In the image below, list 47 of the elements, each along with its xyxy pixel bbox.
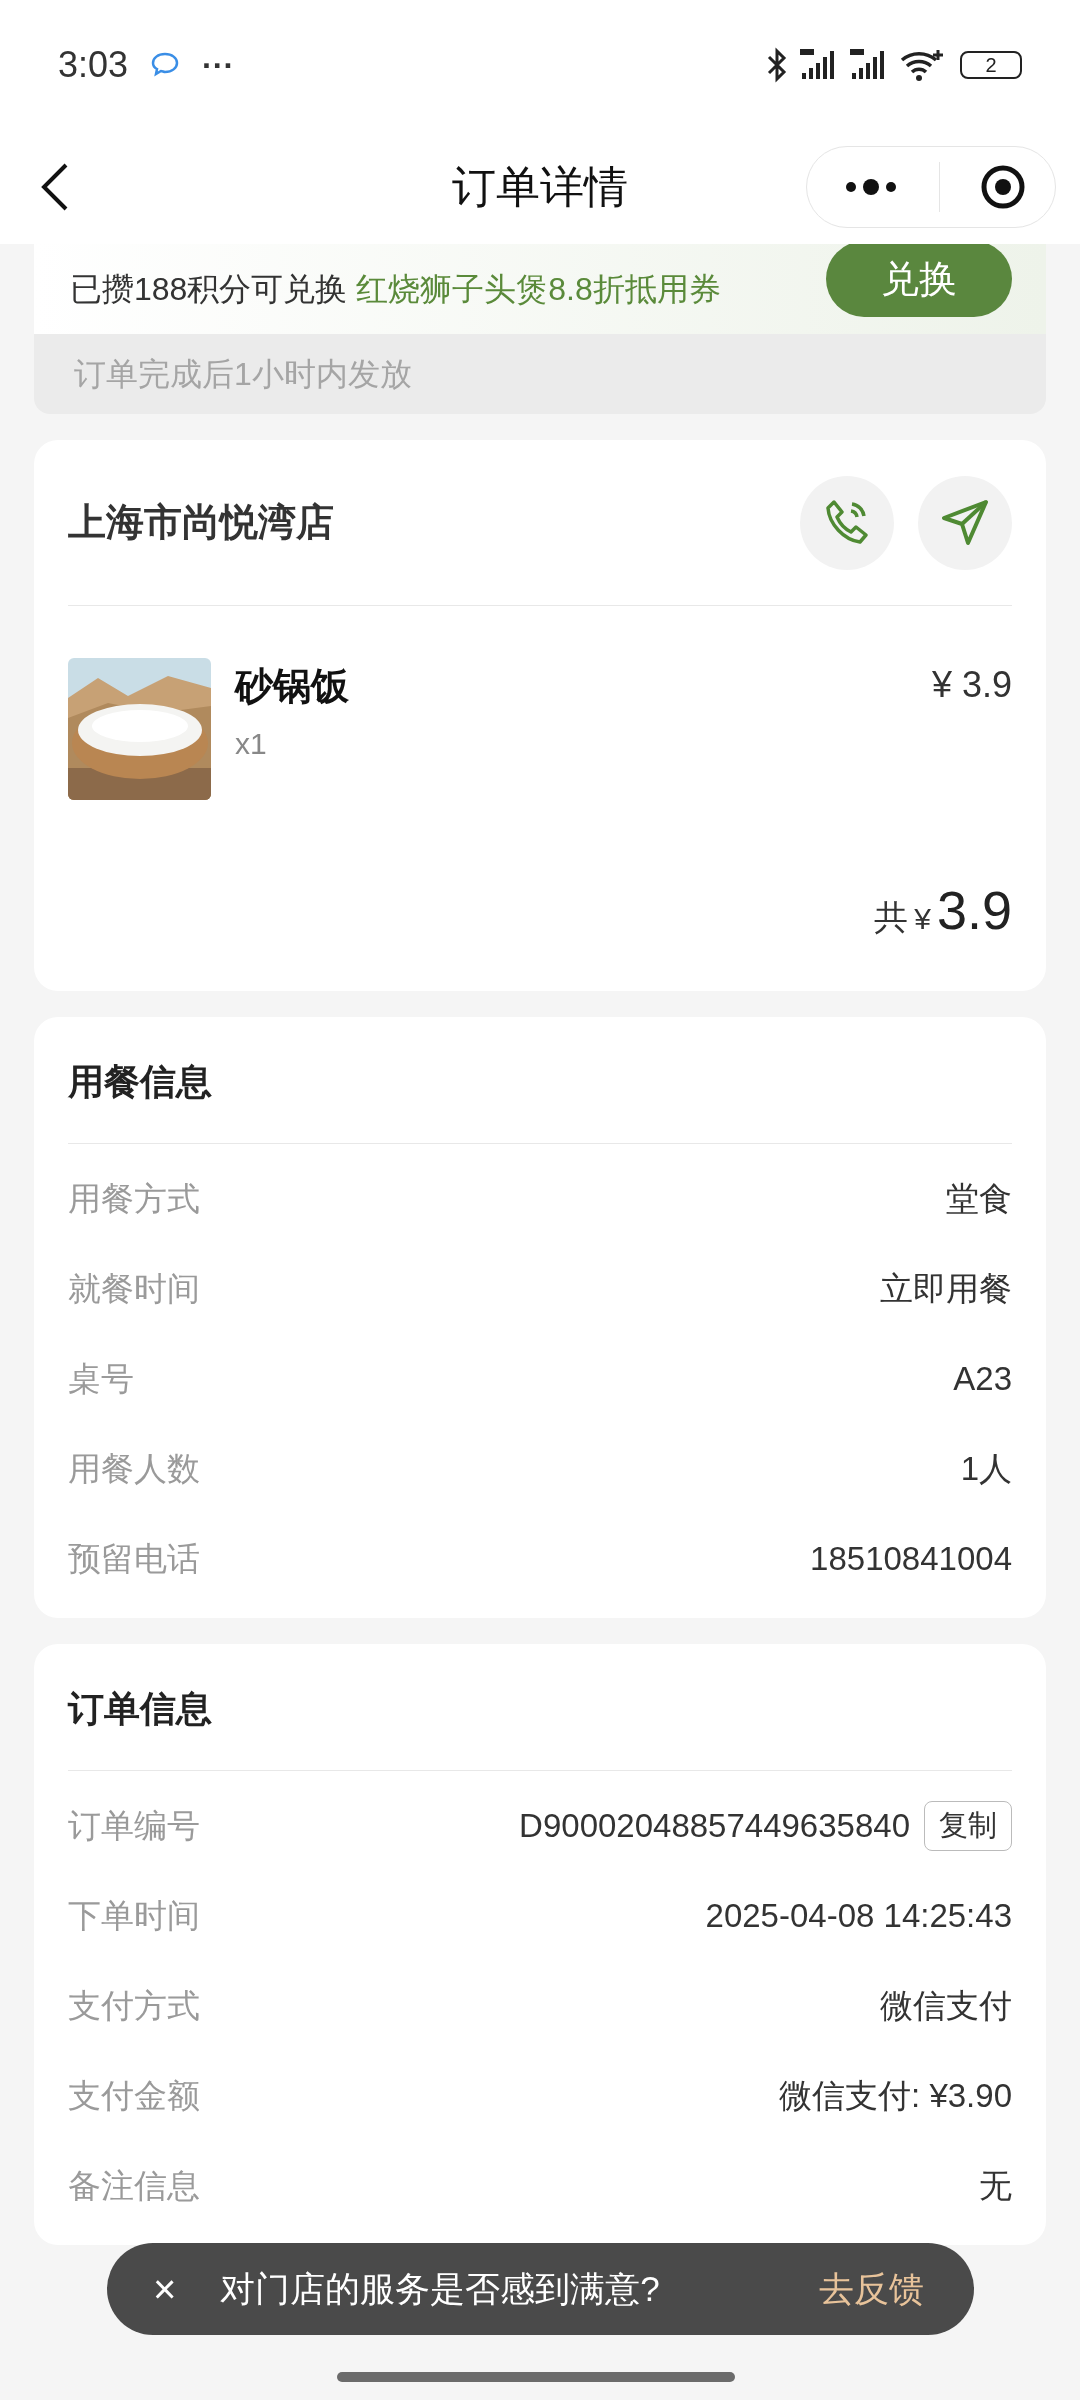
redeem-button[interactable]: 兑换 [826,244,1012,317]
info-value: D90002048857449635840 [519,1806,910,1847]
info-label: 备注信息 [68,2166,200,2207]
target-icon[interactable] [980,164,1026,210]
info-label: 用餐方式 [68,1179,200,1220]
bluetooth-icon [766,47,788,83]
section-title: 用餐信息 [68,1017,1012,1144]
status-more: ··· [202,46,235,85]
info-value: 18510841004 [810,1539,1012,1580]
info-label: 就餐时间 [68,1269,200,1310]
total-currency: ¥ [914,901,931,937]
send-arrow-icon [940,497,990,548]
copy-button[interactable]: 复制 [924,1801,1012,1851]
info-value: 1人 [960,1449,1012,1490]
info-label: 订单编号 [68,1806,200,1847]
page-title: 订单详情 [452,161,628,213]
info-label: 下单时间 [68,1896,200,1937]
feedback-link[interactable]: 去反馈 [819,2262,924,2316]
more-icon[interactable] [845,179,897,195]
info-label: 桌号 [68,1359,134,1400]
back-icon[interactable] [40,162,70,212]
wifi-icon [898,48,944,82]
info-label: 支付金额 [68,2076,200,2117]
chat-bubble-icon [150,51,181,79]
points-note: 订单完成后1小时内发放 [73,355,413,394]
info-label: 预留电话 [68,1539,200,1580]
battery-indicator: 2 [960,51,1022,79]
dish-price: ¥ 3.9 [931,663,1012,707]
info-value: 微信支付: ¥3.90 [779,2076,1012,2117]
total-label: 共 [874,897,909,938]
close-button[interactable]: × [153,2269,177,2309]
info-label: 支付方式 [68,1986,200,2027]
dish-name: 砂锅饭 [235,664,350,709]
status-time: 3:03 [58,43,129,87]
points-text: 已攒188积分可兑换 红烧狮子头煲8.8折抵用券 [70,270,721,309]
info-value: 堂食 [946,1179,1012,1220]
info-label: 用餐人数 [68,1449,200,1490]
dish-quantity: x1 [235,726,268,762]
info-value: 微信支付 [880,1986,1012,2027]
section-title: 订单信息 [68,1644,1012,1771]
feedback-question: 对门店的服务是否感到满意? [220,2267,660,2310]
info-value: 无 [979,2166,1012,2207]
info-value: 2025-04-08 14:25:43 [705,1896,1012,1937]
info-value: A23 [953,1359,1012,1400]
total-amount: 3.9 [936,879,1012,942]
store-name: 上海市尚悦湾店 [68,500,334,545]
info-value: 立即用餐 [880,1269,1012,1310]
